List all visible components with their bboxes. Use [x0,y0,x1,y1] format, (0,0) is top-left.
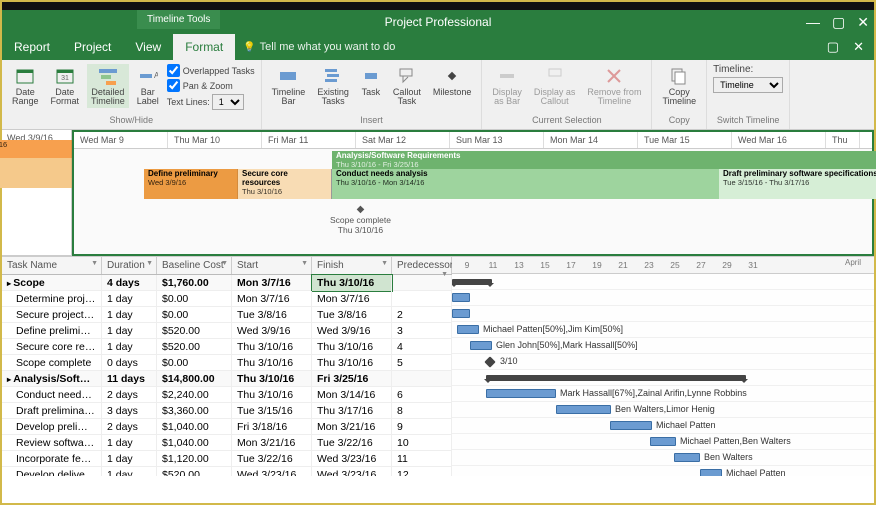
timeline-select[interactable]: Timeline [713,77,783,93]
timeline-bar-secure[interactable]: Secure core resourcesThu 3/10/16 [238,169,332,199]
timeline-date-cell: Thu Mar 10 [168,132,262,148]
date-range-button[interactable]: Date Range [8,64,43,108]
table-row[interactable]: Analysis/Software Re11 days$14,800.00Thu… [2,371,452,387]
table-row[interactable]: Develop delivery ti1 day$520.00Wed 3/23/… [2,467,452,476]
display-as-bar-button[interactable]: Display as Bar [488,64,526,108]
timeline-body: Analysis/Software RequirementsThu 3/10/1… [74,149,872,254]
table-row[interactable]: Define preliminary1 day$520.00Wed 3/9/16… [2,323,452,339]
gantt-row[interactable]: Ben Walters,Limor Henig [452,402,874,418]
timeline-select-label: Timeline: [713,64,783,75]
tab-report[interactable]: Report [2,34,62,60]
timeline-date-cell: Wed Mar 9 [74,132,168,148]
table-row[interactable]: Secure core resour1 day$520.00Thu 3/10/1… [2,339,452,355]
timeline-date-cell: Fri Mar 11 [262,132,356,148]
col-finish[interactable]: Finish [312,257,392,274]
timeline-date-cell: Sat Mar 12 [356,132,450,148]
timeline-bar-define[interactable]: Define preliminaryWed 3/9/16 [144,169,238,199]
timeline-date-cell: Wed Mar 16 [732,132,826,148]
tab-project[interactable]: Project [62,34,123,60]
gantt-row[interactable] [452,370,874,386]
overlapped-tasks-checkbox[interactable]: Overlapped Tasks [167,64,255,77]
col-predecessors[interactable]: Predecessors [392,257,452,274]
timeline-bar-analysis[interactable]: Analysis/Software RequirementsThu 3/10/1… [332,151,876,169]
timeline-date-scale: Wed Mar 9Thu Mar 10Fri Mar 11Sat Mar 12S… [74,132,872,149]
tab-view[interactable]: View [123,34,173,60]
ribbon: Date Range 31Date Format Detailed Timeli… [2,60,874,130]
date-format-button[interactable]: 31Date Format [47,64,84,108]
gantt-row[interactable]: Michael Patten,Ben Walters [452,434,874,450]
milestone-button[interactable]: Milestone [429,64,476,99]
table-row[interactable]: Determine project1 day$0.00Mon 3/7/16Mon… [2,291,452,307]
table-row[interactable]: Secure project spo1 day$0.00Tue 3/8/16Tu… [2,307,452,323]
table-row[interactable]: Scope complete0 days$0.00Thu 3/10/16Thu … [2,355,452,371]
bar-label-button[interactable]: ABar Label [133,64,163,108]
callout-task-button[interactable]: Callout Task [389,64,425,108]
timeline-date-cell: Thu [826,132,860,148]
col-start[interactable]: Start [232,257,312,274]
display-as-callout-button[interactable]: Display as Callout [530,64,580,108]
col-baseline-cost[interactable]: Baseline Cost [157,257,232,274]
table-row[interactable]: Scope4 days$1,760.00Mon 3/7/16Thu 3/10/1… [2,275,452,291]
col-task-name[interactable]: Task Name [2,257,102,274]
svg-text:31: 31 [61,75,69,82]
gantt-row[interactable]: Ben Walters [452,450,874,466]
table-row[interactable]: Review software sp1 day$1,040.00Mon 3/21… [2,435,452,451]
menubar: Report Project View Format Tell me what … [2,34,874,60]
pan-zoom-checkbox[interactable]: Pan & Zoom [167,79,255,92]
existing-tasks-button[interactable]: Existing Tasks [313,64,353,108]
task-button[interactable]: Task [357,64,385,99]
close-icon[interactable]: ✕ [857,14,869,31]
col-duration[interactable]: Duration [102,257,157,274]
copy-timeline-button[interactable]: Copy Timeline [658,64,700,108]
detailed-timeline-button[interactable]: Detailed Timeline [87,64,129,108]
gantt-row[interactable]: Michael Patten [452,418,874,434]
gantt-row[interactable]: Glen John[50%],Mark Hassall[50%] [452,338,874,354]
gantt-row[interactable] [452,274,874,290]
table-row[interactable]: Draft preliminary s3 days$3,360.00Tue 3/… [2,403,452,419]
timeline-bar-draft[interactable]: Draft preliminary software specification… [719,169,876,199]
timeline-milestone-scope[interactable]: Scope completeThu 3/10/16 [330,204,391,235]
table-row[interactable]: Incorporate feedba1 day$1,120.00Tue 3/22… [2,451,452,467]
svg-text:A: A [154,71,158,80]
timeline-tools-tab: Timeline Tools [137,10,220,29]
task-grid: Task Name Duration Baseline Cost Start F… [2,256,874,476]
timeline-panel[interactable]: Wed Mar 9Thu Mar 10Fri Mar 11Sat Mar 12S… [72,130,874,256]
gantt-row[interactable] [452,290,874,306]
timeline-date-cell: Sun Mar 13 [450,132,544,148]
doc-close-icon[interactable]: ✕ [853,39,864,55]
timeline-bar-button[interactable]: Timeline Bar [268,64,310,108]
table-row[interactable]: Develop preliminar2 days$1,040.00Fri 3/1… [2,419,452,435]
gantt-row[interactable]: Michael Patten[50%],Jim Kim[50%] [452,322,874,338]
tab-format[interactable]: Format [173,34,235,60]
timeline-bar-left2[interactable]: cure project8/16 [0,158,72,188]
gantt-scale: 91113151719212325272931April [452,257,874,274]
timeline-date-cell: Mon Mar 14 [544,132,638,148]
timeline-bar-left1[interactable]: 8/16 - Thu 3/10/16 [0,140,72,158]
gantt-row[interactable]: 3/10 [452,354,874,370]
minimize-icon[interactable]: — [806,14,820,31]
timeline-date-cell: Tue Mar 15 [638,132,732,148]
timeline-bar-conduct[interactable]: Conduct needs analysisThu 3/10/16 - Mon … [332,169,722,199]
app-title: Project Professional [385,15,492,29]
ribbon-minimize-icon[interactable]: ▢ [827,39,839,55]
text-lines-select[interactable]: 1 [212,94,244,110]
tell-me-input[interactable]: Tell me what you want to do [243,41,395,53]
maximize-icon[interactable]: ▢ [832,14,845,31]
gantt-row[interactable] [452,306,874,322]
gantt-row[interactable]: Michael Patten [452,466,874,476]
titlebar: Timeline Tools Project Professional — ▢ … [2,10,874,34]
remove-from-timeline-button[interactable]: Remove from Timeline [583,64,645,108]
table-row[interactable]: Conduct needs ana2 days$2,240.00Thu 3/10… [2,387,452,403]
gantt-row[interactable]: Mark Hassall[67%],Zainal Arifin,Lynne Ro… [452,386,874,402]
